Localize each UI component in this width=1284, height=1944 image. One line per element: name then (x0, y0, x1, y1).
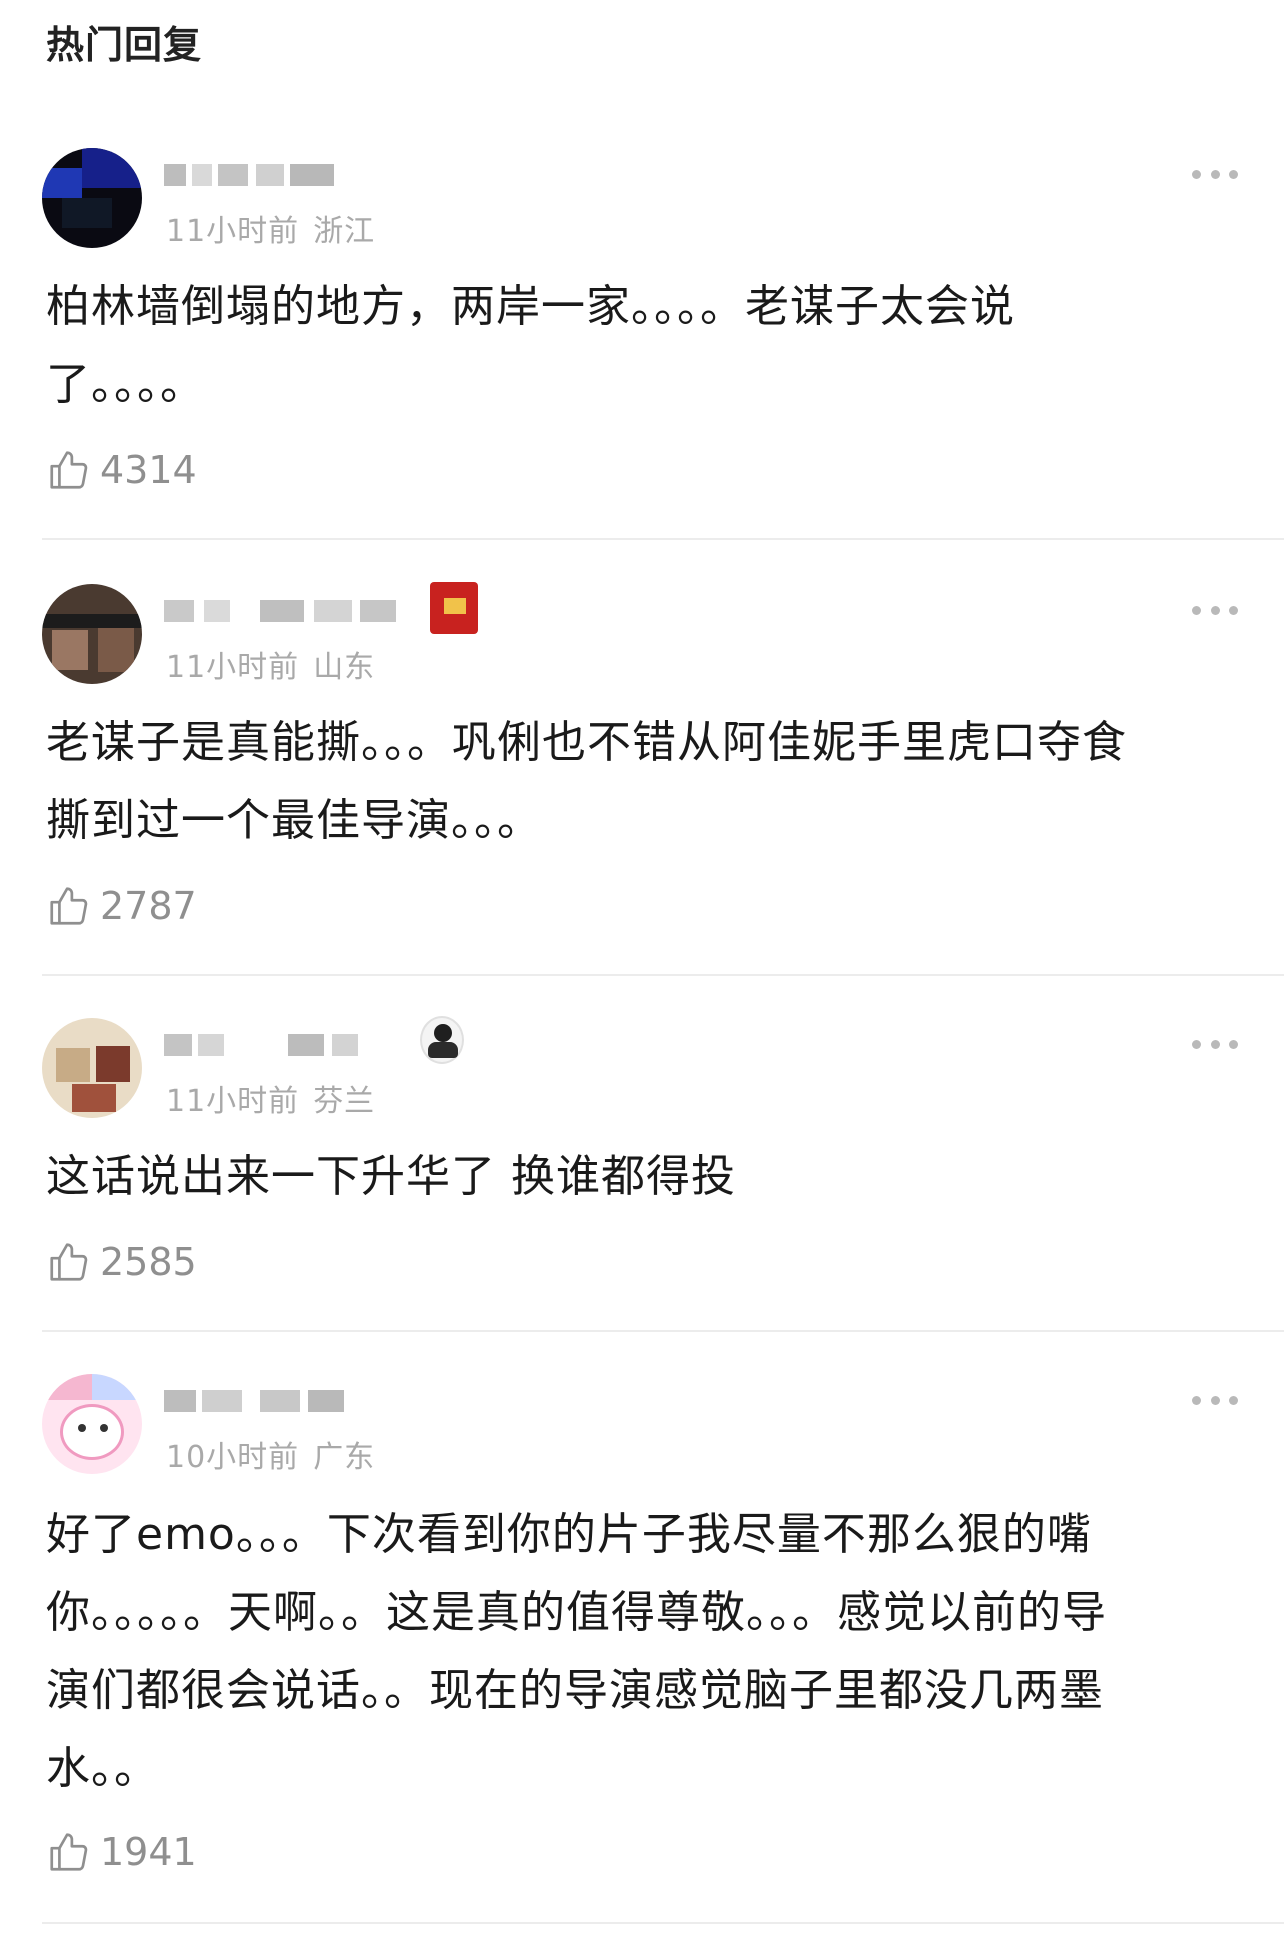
section-title: 热门回复 (46, 23, 203, 67)
comment-time: 11小时前 (166, 214, 300, 249)
thumbs-up-icon (50, 1833, 88, 1871)
comment-text: 柏林墙倒塌的地方，两岸一家。。。。老谋子太会说 了。。。。 (46, 281, 1015, 410)
comment-meta: 10小时前 广东 (166, 1432, 375, 1476)
comment-location: 广东 (313, 1440, 376, 1475)
more-dots-icon[interactable] (1192, 1394, 1238, 1406)
like-button[interactable]: 1941 (46, 1828, 197, 1876)
username-blurred[interactable] (164, 156, 464, 192)
comment-location: 芬兰 (313, 1084, 376, 1119)
divider (42, 1330, 1284, 1332)
more-dots-icon[interactable] (1192, 168, 1238, 180)
comment-meta: 11小时前 浙江 (166, 206, 375, 250)
comment-text: 好了emo。。。下次看到你的片子我尽量不那么狠的嘴 你。。。。。天啊。。这是真的… (46, 1509, 1107, 1794)
avatar[interactable] (42, 1018, 142, 1118)
thumbs-up-icon (50, 887, 88, 925)
avatar[interactable] (42, 1374, 142, 1474)
comment-text: 老谋子是真能撕。。。巩俐也不错从阿佳妮手里虎口夺食 撕到过一个最佳导演。。。 (46, 717, 1127, 846)
avatar[interactable] (42, 148, 142, 248)
divider (42, 974, 1284, 976)
user-badge-icon (420, 1016, 464, 1064)
comment-meta: 11小时前 山东 (166, 642, 375, 686)
username-blurred[interactable] (164, 592, 464, 628)
like-button[interactable]: 2787 (46, 882, 197, 930)
avatar[interactable] (42, 584, 142, 684)
like-button[interactable]: 2585 (46, 1238, 197, 1286)
comment-location: 浙江 (313, 214, 376, 249)
comment-text: 这话说出来一下升华了 换谁都得投 (46, 1151, 736, 1202)
username-blurred[interactable] (164, 1382, 464, 1418)
divider (42, 538, 1284, 540)
comment-meta: 11小时前 芬兰 (166, 1076, 375, 1120)
comment-time: 11小时前 (166, 1084, 300, 1119)
comment-location: 山东 (313, 650, 376, 685)
like-count: 4314 (100, 448, 197, 492)
like-count: 2585 (100, 1240, 197, 1284)
like-count: 1941 (100, 1830, 197, 1874)
more-dots-icon[interactable] (1192, 1038, 1238, 1050)
username-blurred[interactable] (164, 1026, 464, 1062)
user-badge-icon (430, 582, 478, 634)
like-button[interactable]: 4314 (46, 446, 197, 494)
comment-time: 11小时前 (166, 650, 300, 685)
divider (42, 1922, 1284, 1924)
comment-time: 10小时前 (166, 1440, 300, 1475)
more-dots-icon[interactable] (1192, 604, 1238, 616)
thumbs-up-icon (50, 451, 88, 489)
like-count: 2787 (100, 884, 197, 928)
thumbs-up-icon (50, 1243, 88, 1281)
